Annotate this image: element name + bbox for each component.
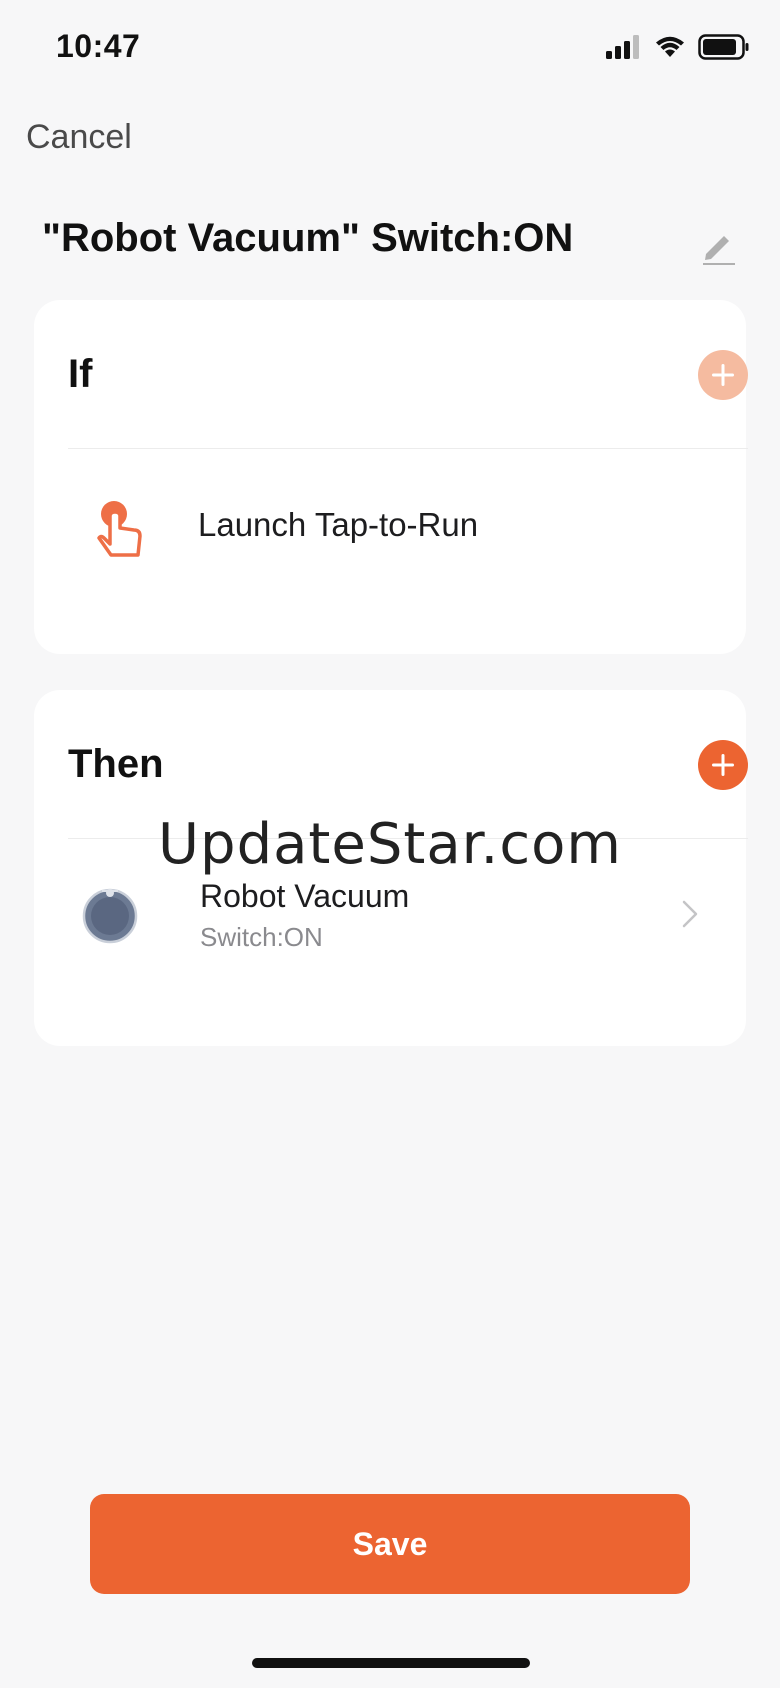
- wifi-icon: [656, 36, 684, 57]
- action-device-name: Robot Vacuum: [200, 878, 410, 914]
- cancel-button[interactable]: Cancel: [26, 118, 132, 157]
- robot-vacuum-icon: [82, 888, 138, 944]
- if-card: If Launch Tap-to-Run: [34, 300, 748, 654]
- if-card-header: If: [68, 300, 748, 448]
- tap-hand-icon: [97, 501, 142, 557]
- if-title: If: [68, 352, 93, 396]
- pencil-icon[interactable]: [698, 226, 738, 266]
- condition-label: Launch Tap-to-Run: [198, 506, 479, 543]
- add-condition-button[interactable]: [698, 350, 748, 400]
- scene-title-row: "Robot Vacuum" Switch:ON: [42, 216, 738, 272]
- watermark: UpdateStar.com: [158, 812, 622, 877]
- if-divider: [68, 448, 748, 449]
- add-action-button[interactable]: [698, 740, 748, 790]
- save-button[interactable]: Save: [90, 1494, 690, 1594]
- chevron-right-icon: [682, 900, 698, 928]
- condition-row[interactable]: Launch Tap-to-Run: [34, 470, 746, 600]
- action-device-state: Switch:ON: [200, 922, 323, 952]
- battery-icon: [698, 34, 749, 60]
- home-indicator[interactable]: [252, 1658, 530, 1668]
- then-title: Then: [68, 742, 164, 786]
- status-time: 10:47: [56, 28, 141, 64]
- scene-title: "Robot Vacuum" Switch:ON: [42, 216, 574, 260]
- plus-icon: [712, 364, 734, 386]
- status-bar: 10:47: [0, 0, 780, 96]
- status-icons: [606, 34, 750, 60]
- plus-icon: [712, 754, 734, 776]
- action-row[interactable]: Robot Vacuum Switch:ON: [34, 860, 746, 990]
- cellular-signal-icon: [606, 35, 639, 59]
